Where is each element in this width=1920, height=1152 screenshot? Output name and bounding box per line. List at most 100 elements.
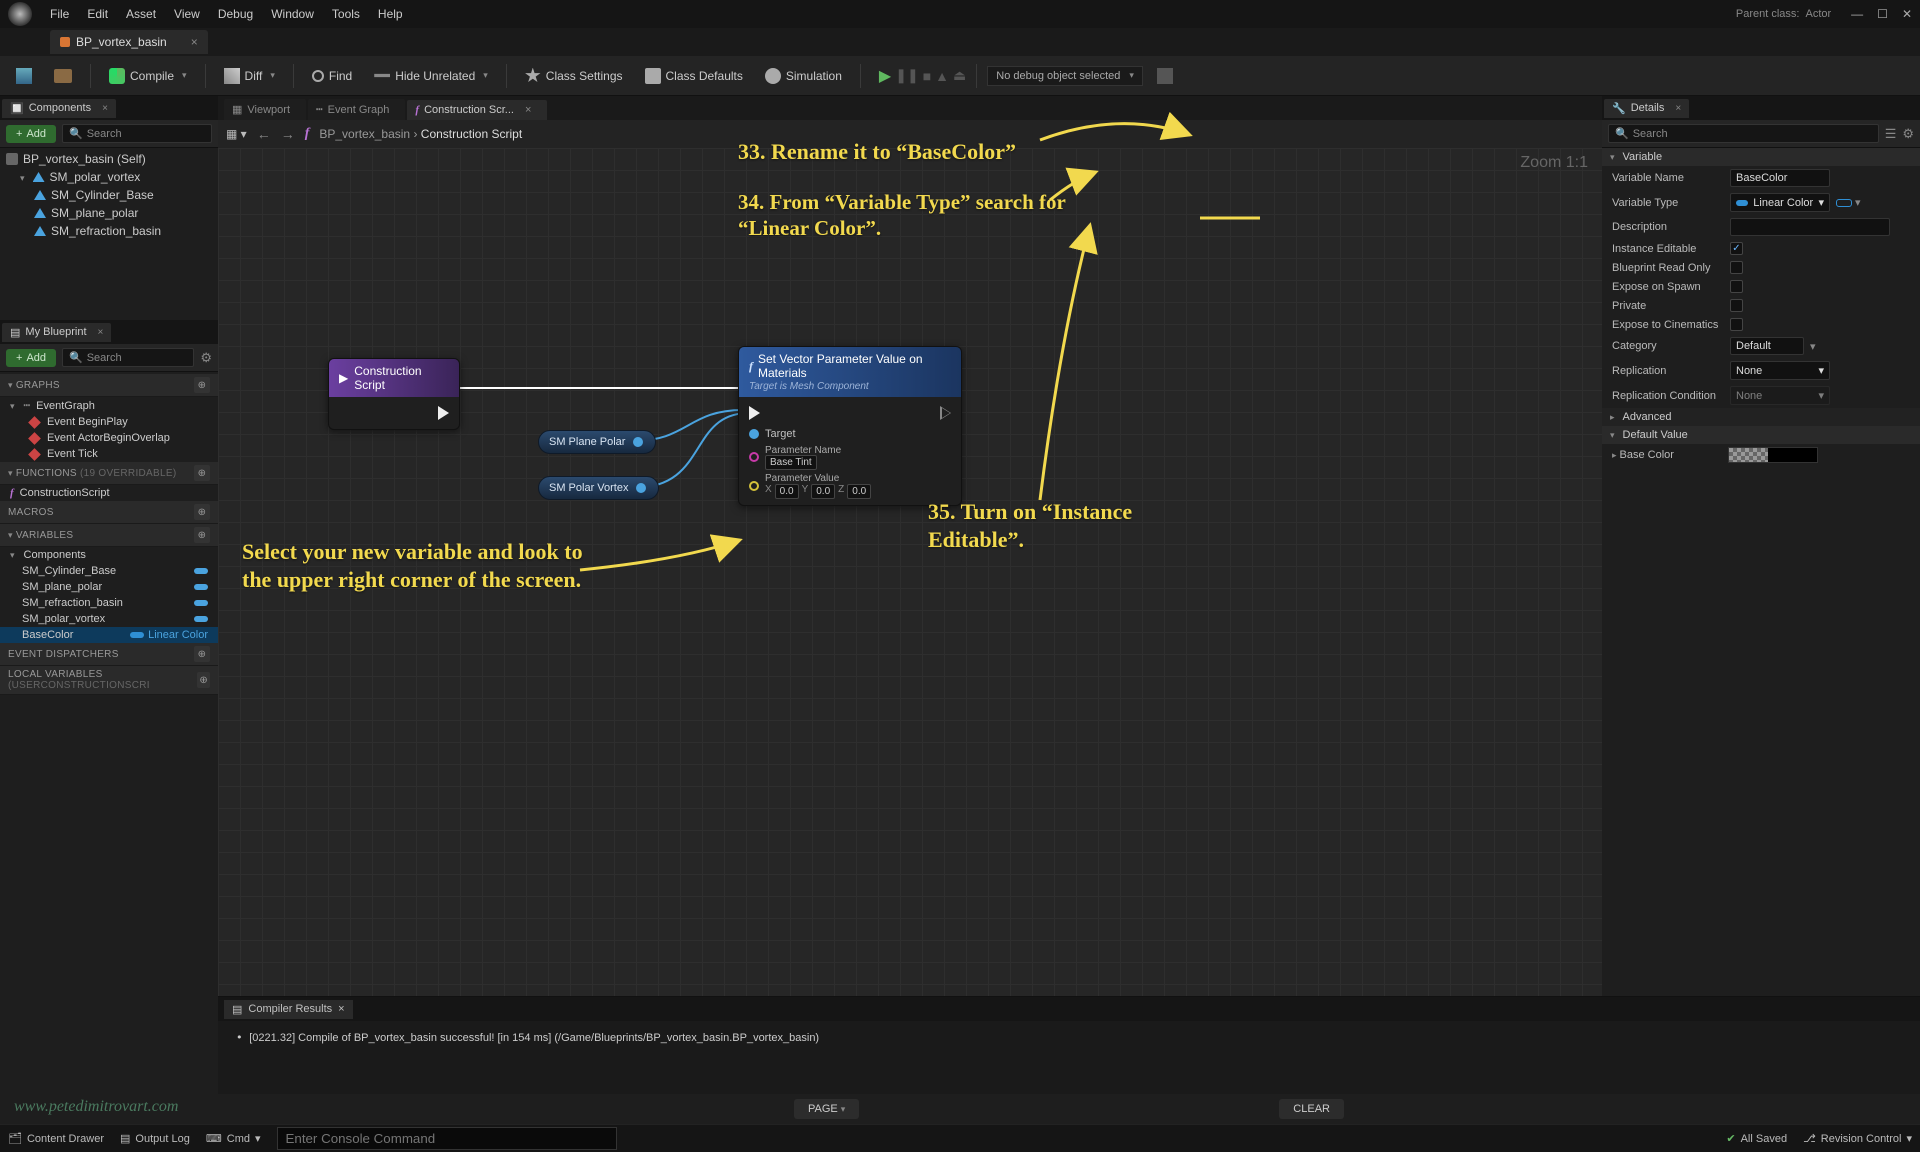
clear-button[interactable]: CLEAR [1279,1099,1344,1119]
simulation-button[interactable]: Simulation [757,64,850,88]
target-pin[interactable] [749,429,759,439]
variable-category-header[interactable]: Variable [1602,148,1920,166]
parent-class-link[interactable]: Actor [1805,8,1831,20]
add-localvar-button[interactable]: ⊕ [197,672,210,688]
components-subcategory[interactable]: Components [0,547,218,563]
component-row[interactable]: SM_Cylinder_Base [0,186,218,204]
cmd-selector[interactable]: ⌨Cmd ▾ [206,1132,261,1145]
chevron-down-icon[interactable]: ▾ [1810,340,1816,353]
event-row[interactable]: Event ActorBeginOverlap [0,430,218,446]
add-function-button[interactable]: ⊕ [194,465,210,481]
debug-filter-button[interactable] [1149,64,1181,88]
asset-tab[interactable]: BP_vortex_basin × [50,30,208,54]
event-row[interactable]: Event BeginPlay [0,414,218,430]
exec-in-pin[interactable] [749,406,760,420]
variable-row[interactable]: SM_Cylinder_Base [0,563,218,579]
menu-help[interactable]: Help [378,7,403,21]
description-input[interactable] [1730,218,1890,236]
readonly-checkbox[interactable] [1730,261,1743,274]
pause-button[interactable]: ❚❚ [895,67,918,84]
eventgraph-row[interactable]: ┅EventGraph [0,397,218,414]
menu-asset[interactable]: Asset [126,7,156,21]
functions-category-header[interactable]: FUNCTIONS (19 OVERRIDABLE)⊕ [0,462,218,485]
expand-icon[interactable] [10,400,18,412]
add-dispatcher-button[interactable]: ⊕ [194,646,210,662]
diff-button[interactable]: Diff [216,64,283,88]
close-icon[interactable]: × [525,104,531,116]
tab-construction-script[interactable]: fConstruction Scr...× [407,100,547,120]
add-graph-button[interactable]: ⊕ [194,377,210,393]
crumb-root[interactable]: BP_vortex_basin [319,127,410,141]
compile-button[interactable]: Compile [101,64,195,88]
details-tab[interactable]: 🔧Details× [1604,99,1689,118]
event-row[interactable]: Event Tick [0,446,218,462]
close-icon[interactable]: × [191,35,198,49]
param-name-pin[interactable] [749,452,759,462]
private-checkbox[interactable] [1730,299,1743,312]
details-search-input[interactable]: 🔍Search [1608,124,1879,143]
components-tab[interactable]: 🔲Components× [2,99,116,118]
stop-button[interactable]: ■ [923,68,931,84]
menu-window[interactable]: Window [271,7,314,21]
replication-selector[interactable]: None▾ [1730,361,1830,380]
close-icon[interactable]: × [98,327,104,338]
window-minimize-icon[interactable]: — [1851,7,1863,21]
expand-icon[interactable] [20,170,28,184]
myblueprint-search-input[interactable]: 🔍Search [62,348,194,367]
variable-row-selected[interactable]: BaseColorLinear Color [0,627,218,643]
dispatchers-category-header[interactable]: EVENT DISPATCHERS⊕ [0,643,218,666]
function-row[interactable]: fConstructionScript [0,485,218,501]
step-button[interactable]: ▲ [935,68,949,84]
menu-file[interactable]: File [50,7,69,21]
expose-spawn-checkbox[interactable] [1730,280,1743,293]
all-saved-indicator[interactable]: ✔All Saved [1726,1132,1787,1145]
gear-icon[interactable]: ⚙ [1902,126,1914,142]
console-input[interactable] [277,1127,617,1150]
component-row[interactable]: SM_polar_vortex [0,168,218,186]
output-log-button[interactable]: ▤Output Log [120,1132,190,1145]
add-component-button[interactable]: + Add [6,125,56,143]
variable-type-selector[interactable]: Linear Color▾ [1730,193,1830,212]
add-macro-button[interactable]: ⊕ [194,504,210,520]
variable-row[interactable]: SM_polar_vortex [0,611,218,627]
close-icon[interactable]: × [338,1003,344,1015]
class-defaults-button[interactable]: Class Defaults [637,64,751,88]
play-button[interactable]: ▶ [879,66,891,86]
exec-out-pin[interactable] [438,406,449,420]
window-close-icon[interactable]: ✕ [1902,7,1912,21]
graphs-categoryплати-header[interactable]: GRAPHS⊕ [0,374,218,397]
content-drawer-button[interactable]: 🗂Content Drawer [8,1132,104,1145]
graph-canvas[interactable]: Zoom 1:1 BLUEPRINT ▶Construction Script … [218,148,1602,1124]
expand-icon[interactable] [1612,449,1620,461]
close-icon[interactable]: × [102,103,108,114]
y-input[interactable]: 0.0 [811,484,835,499]
nav-back-button[interactable]: ← [257,126,271,142]
param-value-pin[interactable] [749,481,759,491]
menu-tools[interactable]: Tools [332,7,360,21]
component-row-self[interactable]: BP_vortex_basin (Self) [0,150,218,168]
menu-debug[interactable]: Debug [218,7,253,21]
component-row[interactable]: SM_plane_polar [0,204,218,222]
tab-viewport[interactable]: ▦Viewport [224,99,306,120]
class-settings-button[interactable]: Class Settings [517,64,631,88]
z-input[interactable]: 0.0 [847,484,871,499]
close-icon[interactable]: × [1675,103,1681,114]
param-name-input[interactable]: Base Tint [765,455,817,470]
container-type-icon[interactable] [1836,199,1852,207]
component-row[interactable]: SM_refraction_basin [0,222,218,240]
default-value-header[interactable]: Default Value [1602,426,1920,444]
save-button[interactable] [8,64,40,88]
browse-button[interactable] [46,65,80,87]
output-pin[interactable] [633,437,643,447]
node-set-vector-param[interactable]: fSet Vector Parameter Value on Materials… [738,346,962,506]
graph-mode-icon[interactable]: ▦ ▾ [226,127,247,141]
variable-row[interactable]: SM_refraction_basin [0,595,218,611]
menu-edit[interactable]: Edit [87,7,108,21]
debug-object-selector[interactable]: No debug object selected [987,66,1143,86]
filter-icon[interactable]: ☰ [1885,126,1897,142]
variable-node-plane[interactable]: SM Plane Polar [538,430,656,454]
nav-fwd-button[interactable]: → [281,126,295,142]
advanced-header[interactable]: Advanced [1602,408,1920,426]
instance-editable-checkbox[interactable] [1730,242,1743,255]
output-pin[interactable] [636,483,646,493]
